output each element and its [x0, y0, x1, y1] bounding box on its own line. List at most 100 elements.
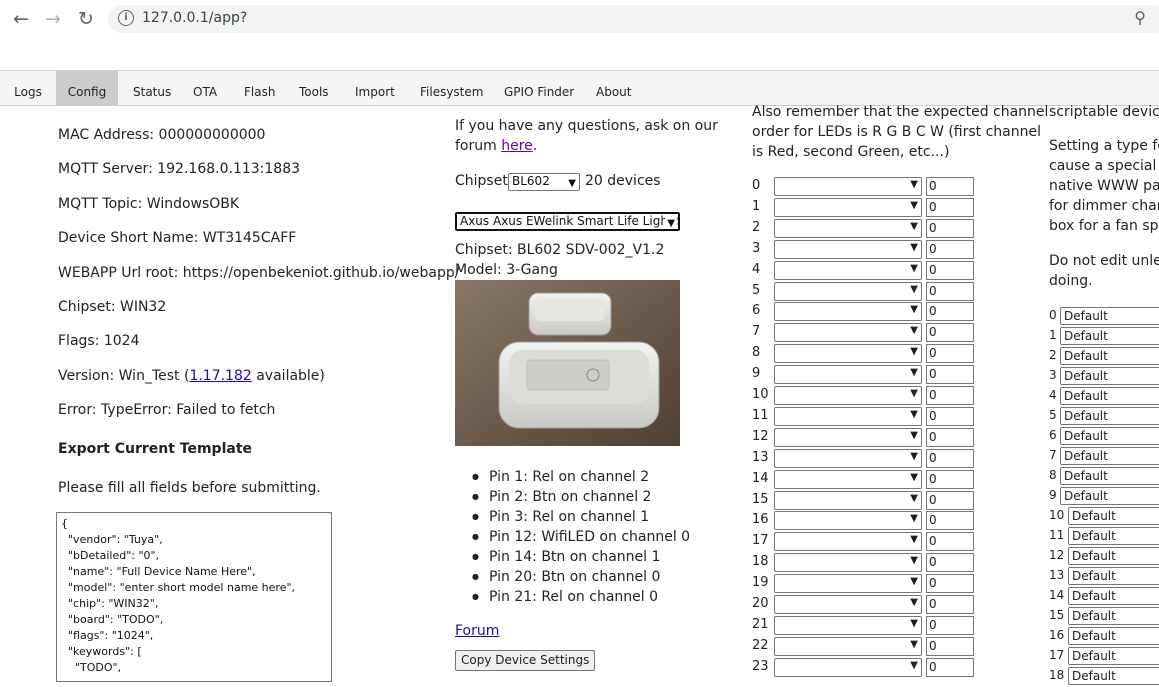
type-select[interactable]: Default: [1068, 627, 1159, 645]
type-select[interactable]: Default: [1068, 647, 1159, 665]
chipset-select[interactable]: BL602 ▼: [508, 173, 580, 191]
back-arrow-icon[interactable]: ←: [10, 8, 32, 30]
channel-value-input[interactable]: 0: [926, 197, 974, 217]
channel-role-select[interactable]: ▼: [774, 406, 922, 426]
chevron-down-icon: ▼: [910, 659, 918, 671]
channel-number: 12: [752, 428, 769, 444]
type-select[interactable]: Default: [1060, 427, 1159, 445]
channel-value-input[interactable]: 0: [926, 511, 974, 531]
version-link[interactable]: 1.17.182: [189, 368, 251, 384]
channel-value-input[interactable]: 0: [926, 469, 974, 489]
channel-value-input[interactable]: 0: [926, 574, 974, 594]
channel-role-select[interactable]: ▼: [774, 239, 922, 259]
channel-role-select[interactable]: ▼: [774, 595, 922, 614]
question-line-1: If you have any questions, ask on our: [455, 118, 718, 134]
channel-role-select[interactable]: ▼: [774, 323, 922, 343]
channel-value-input[interactable]: 0: [926, 323, 974, 343]
here-link[interactable]: here: [501, 138, 533, 154]
channel-role-select[interactable]: ▼: [774, 636, 922, 656]
channel-value-input[interactable]: 0: [926, 177, 974, 196]
tab-import[interactable]: Import: [355, 71, 395, 105]
type-select[interactable]: Default: [1068, 607, 1159, 625]
channel-role-select[interactable]: ▼: [774, 344, 922, 364]
channel-value-input[interactable]: 0: [926, 553, 974, 573]
address-bar[interactable]: i 127.0.0.1/app? ⚲: [108, 5, 1159, 33]
info-icon[interactable]: i: [118, 10, 134, 26]
type-number: 7: [1049, 448, 1057, 462]
type-select[interactable]: Default: [1060, 387, 1159, 405]
type-select[interactable]: Default: [1068, 587, 1159, 605]
device-select-value: Axus Axus EWelink Smart Life Light Sw: [460, 214, 680, 228]
channel-value-input[interactable]: 0: [926, 448, 974, 468]
type-select[interactable]: Default: [1060, 447, 1159, 465]
tab-ota[interactable]: OTA: [193, 71, 217, 105]
type-select[interactable]: Default: [1068, 527, 1159, 545]
template-json-textarea[interactable]: { "vendor": "Tuya", "bDetailed": "0", "n…: [56, 512, 332, 682]
channel-value-input[interactable]: 0: [926, 427, 974, 447]
chevron-down-icon: ▼: [910, 576, 918, 588]
reload-icon[interactable]: ↻: [75, 8, 97, 30]
channel-value-input[interactable]: 0: [926, 595, 974, 614]
channel-role-select[interactable]: ▼: [774, 490, 922, 510]
copy-device-settings-button[interactable]: Copy Device Settings: [455, 650, 596, 671]
tab-tools[interactable]: Tools: [299, 71, 329, 105]
channel-role-select[interactable]: ▼: [774, 365, 922, 385]
tab-logs[interactable]: Logs: [0, 71, 56, 105]
chevron-down-icon: ▼: [568, 178, 576, 189]
type-select[interactable]: Default: [1060, 487, 1159, 505]
channel-role-select[interactable]: ▼: [774, 260, 922, 280]
channel-value-input[interactable]: 0: [926, 218, 974, 238]
channel-value-input[interactable]: 0: [926, 636, 974, 656]
tab-status[interactable]: Status: [133, 71, 171, 105]
channel-value-input[interactable]: 0: [926, 239, 974, 259]
channel-value-input[interactable]: 0: [926, 532, 974, 552]
type-select[interactable]: Default: [1068, 507, 1159, 525]
channel-role-select[interactable]: ▼: [774, 197, 922, 217]
channel-value-input[interactable]: 0: [926, 302, 974, 322]
channel-role-select[interactable]: ▼: [774, 532, 922, 552]
tab-filesystem[interactable]: Filesystem: [420, 71, 483, 105]
type-select[interactable]: Default: [1068, 547, 1159, 565]
forum-link[interactable]: Forum: [455, 623, 499, 639]
version-info: Version: Win_Test (1.17.182 available): [58, 368, 325, 384]
channel-value-input[interactable]: 0: [926, 365, 974, 385]
type-select[interactable]: Default: [1068, 667, 1159, 685]
tab-gpio-finder[interactable]: GPIO Finder: [504, 71, 574, 105]
channel-role-select[interactable]: ▼: [774, 177, 922, 196]
export-template-heading: Export Current Template: [58, 441, 253, 457]
channel-role-select[interactable]: ▼: [774, 448, 922, 468]
channel-value-input[interactable]: 0: [926, 406, 974, 426]
url-text[interactable]: 127.0.0.1/app?: [142, 10, 247, 26]
tab-config[interactable]: Config: [56, 71, 118, 105]
channel-value-input[interactable]: 0: [926, 260, 974, 280]
channel-value-input[interactable]: 0: [926, 615, 974, 635]
channel-role-select[interactable]: ▼: [774, 469, 922, 489]
tab-about[interactable]: About: [596, 71, 631, 105]
zoom-icon[interactable]: ⚲: [1134, 8, 1146, 27]
type-select[interactable]: Default: [1060, 307, 1159, 325]
type-number: 14: [1049, 588, 1065, 602]
type-select[interactable]: Default: [1060, 467, 1159, 485]
forward-arrow-icon[interactable]: →: [42, 8, 64, 30]
type-select[interactable]: Default: [1060, 347, 1159, 365]
channel-role-select[interactable]: ▼: [774, 511, 922, 531]
device-select[interactable]: Axus Axus EWelink Smart Life Light Sw ▼: [455, 212, 680, 231]
channel-role-select[interactable]: ▼: [774, 553, 922, 573]
types-note-line-6: box for a fan spee: [1049, 218, 1159, 234]
channel-role-select[interactable]: ▼: [774, 386, 922, 405]
type-select[interactable]: Default: [1060, 327, 1159, 345]
channel-role-select[interactable]: ▼: [774, 218, 922, 238]
channel-value-input[interactable]: 0: [926, 490, 974, 510]
channel-value-input[interactable]: 0: [926, 281, 974, 301]
channel-value-input[interactable]: 0: [926, 386, 974, 405]
channel-role-select[interactable]: ▼: [774, 615, 922, 635]
channel-role-select[interactable]: ▼: [774, 281, 922, 301]
channel-value-input[interactable]: 0: [926, 344, 974, 364]
channel-role-select[interactable]: ▼: [774, 302, 922, 322]
type-select[interactable]: Default: [1068, 567, 1159, 585]
type-select[interactable]: Default: [1060, 407, 1159, 425]
type-select[interactable]: Default: [1060, 367, 1159, 385]
tab-flash[interactable]: Flash: [244, 71, 275, 105]
channel-role-select[interactable]: ▼: [774, 574, 922, 594]
channel-role-select[interactable]: ▼: [774, 427, 922, 447]
